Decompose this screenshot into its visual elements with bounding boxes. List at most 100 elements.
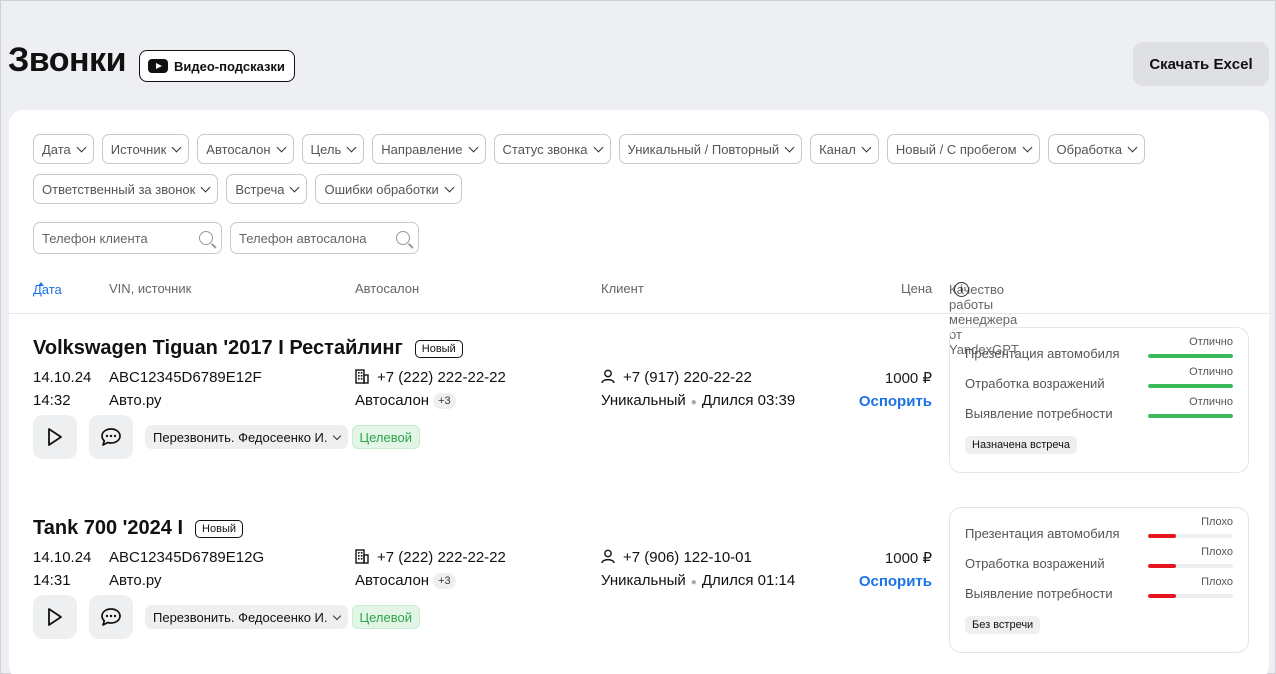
vin-source: ABC12345D6789E12F Авто.ру xyxy=(109,369,262,409)
search-icon[interactable] xyxy=(199,231,213,245)
salon-phone-input[interactable] xyxy=(239,230,379,246)
salon-cell: +7 (222) 222-22-22 Автосалон +3 xyxy=(355,369,506,409)
dispute-link[interactable]: Оспорить xyxy=(859,573,932,590)
filter-label: Уникальный / Повторный xyxy=(627,141,780,157)
client-phone-search xyxy=(33,222,222,254)
quality-item: Отработка возражений Плохо xyxy=(965,546,1235,576)
chevron-down-icon xyxy=(290,182,300,192)
filter-dropdown[interactable]: Дата xyxy=(33,134,94,164)
quality-verdict: Отлично xyxy=(1189,366,1233,378)
info-icon[interactable]: i xyxy=(954,282,969,297)
price-cell: 1000 ₽ Оспорить xyxy=(859,369,932,410)
quality-bar-fill xyxy=(1148,534,1177,538)
quality-label: Выявление потребности xyxy=(965,586,1113,601)
quality-item: Выявление потребности Отлично xyxy=(965,396,1235,426)
filter-label: Обработка xyxy=(1056,141,1123,157)
car-name: Volkswagen Tiguan '2017 I Рестайлинг xyxy=(33,337,403,359)
chevron-down-icon xyxy=(276,142,286,152)
video-tips-button[interactable]: Видео-подсказки xyxy=(139,50,295,82)
quality-bar xyxy=(1148,534,1233,538)
filter-label: Статус звонка xyxy=(502,141,588,157)
responsible-label: Перезвонить. Федосеенко И. xyxy=(153,429,328,445)
vin-source: ABC12345D6789E12G Авто.ру xyxy=(109,549,264,589)
price: 1000 ₽ xyxy=(884,550,932,567)
quality-label: Отработка возражений xyxy=(965,376,1105,391)
filter-dropdown[interactable]: Цель xyxy=(301,134,365,164)
filter-dropdown[interactable]: Встреча xyxy=(226,174,308,204)
car-title[interactable]: Volkswagen Tiguan '2017 I Рестайлинг Новы… xyxy=(33,337,463,360)
transcript-button[interactable] xyxy=(89,415,133,459)
row-actions: Перезвонить. Федосеенко И. Целевой xyxy=(33,415,420,459)
transcript-button[interactable] xyxy=(89,595,133,639)
responsible-dropdown[interactable]: Перезвонить. Федосеенко И. xyxy=(145,605,348,629)
salon-phone[interactable]: +7 (222) 222-22-22 xyxy=(377,549,506,566)
table-header: Дата VIN, источник Автосалон Клиент Цена… xyxy=(9,280,1269,357)
filter-label: Новый / С пробегом xyxy=(895,141,1017,157)
salon-phone[interactable]: +7 (222) 222-22-22 xyxy=(377,369,506,386)
filter-dropdown[interactable]: Обработка xyxy=(1047,134,1146,164)
quality-bar xyxy=(1148,354,1233,358)
chevron-down-icon xyxy=(346,142,357,152)
more-salons-badge[interactable]: +3 xyxy=(433,573,456,589)
chevron-down-icon xyxy=(76,142,87,152)
filter-label: Встреча xyxy=(235,181,285,197)
play-video-icon xyxy=(148,59,168,73)
page-header: Звонки Видео-подсказки Скачать Excel xyxy=(1,1,1276,109)
search-icon[interactable] xyxy=(396,231,410,245)
status-badge: Новый xyxy=(195,519,244,538)
filter-dropdown[interactable]: Новый / С пробегом xyxy=(886,134,1040,164)
filter-dropdown[interactable]: Статус звонка xyxy=(493,134,611,164)
chevron-down-icon xyxy=(593,142,603,152)
chevron-down-icon xyxy=(1127,142,1138,152)
price: 1000 ₽ xyxy=(884,370,932,387)
dispute-link[interactable]: Оспорить xyxy=(859,393,932,410)
play-button[interactable] xyxy=(33,415,77,459)
call-duration: Длился 03:39 xyxy=(701,392,796,409)
filter-dropdown[interactable]: Автосалон xyxy=(197,134,294,164)
quality-label: Презентация автомобиля xyxy=(965,346,1120,361)
download-excel-button[interactable]: Скачать Excel xyxy=(1133,42,1269,86)
quality-label: Презентация автомобиля xyxy=(965,526,1120,541)
more-salons-badge[interactable]: +3 xyxy=(433,393,456,409)
client-cell: +7 (906) 122-10-01 Уникальный ● Длился 01:1… xyxy=(601,549,795,589)
meeting-badge: Без встречи xyxy=(965,616,1041,634)
quality-bar-fill xyxy=(1148,384,1233,388)
filter-label: Цель xyxy=(310,141,342,157)
sort-ascending-icon xyxy=(38,282,44,286)
client-phone[interactable]: +7 (917) 220-22-22 xyxy=(623,369,752,386)
target-badge: Целевой xyxy=(351,605,420,629)
status-badge: Новый xyxy=(414,339,463,358)
filter-label: Ответственный за звонок xyxy=(42,181,196,197)
call-duration: Длился 01:14 xyxy=(701,572,796,589)
salon-name: Автосалон xyxy=(355,392,430,409)
chevron-down-icon xyxy=(332,431,341,440)
quality-verdict: Плохо xyxy=(1201,516,1233,528)
call-datetime: 14.10.24 14:31 xyxy=(33,549,91,589)
filter-label: Канал xyxy=(819,141,856,157)
quality-item: Презентация автомобиля Плохо xyxy=(965,516,1235,546)
play-button[interactable] xyxy=(33,595,77,639)
filter-dropdown[interactable]: Канал xyxy=(810,134,879,164)
filter-dropdown[interactable]: Уникальный / Повторный xyxy=(618,134,803,164)
client-phone[interactable]: +7 (906) 122-10-01 xyxy=(623,549,752,566)
responsible-dropdown[interactable]: Перезвонить. Федосеенко И. xyxy=(145,425,348,449)
filter-dropdown[interactable]: Источник xyxy=(101,134,190,164)
quality-bar-fill xyxy=(1148,594,1177,598)
responsible-label: Перезвонить. Федосеенко И. xyxy=(153,609,328,625)
car-title[interactable]: Tank 700 '2024 I Новый xyxy=(33,517,244,540)
column-client: Клиент xyxy=(601,281,644,296)
filter-dropdown[interactable]: Ответственный за звонок xyxy=(33,174,219,204)
chevron-down-icon xyxy=(444,182,455,192)
calls-panel: Дата Источник Автосалон Цель Направление Стат… xyxy=(9,110,1269,674)
chat-bubble-icon xyxy=(101,428,121,446)
column-price: Цена xyxy=(901,281,933,296)
filter-dropdown[interactable]: Направление xyxy=(372,134,486,164)
quality-label: Выявление потребности xyxy=(965,406,1113,421)
salon-name: Автосалон xyxy=(355,572,430,589)
vin: ABC12345D6789E12G xyxy=(109,549,265,566)
filter-dropdown[interactable]: Ошибки обработки xyxy=(315,174,462,204)
quality-verdict: Плохо xyxy=(1201,576,1233,588)
client-phone-input[interactable] xyxy=(42,230,182,246)
call-time: 14:32 xyxy=(33,392,71,409)
user-icon xyxy=(601,549,615,564)
